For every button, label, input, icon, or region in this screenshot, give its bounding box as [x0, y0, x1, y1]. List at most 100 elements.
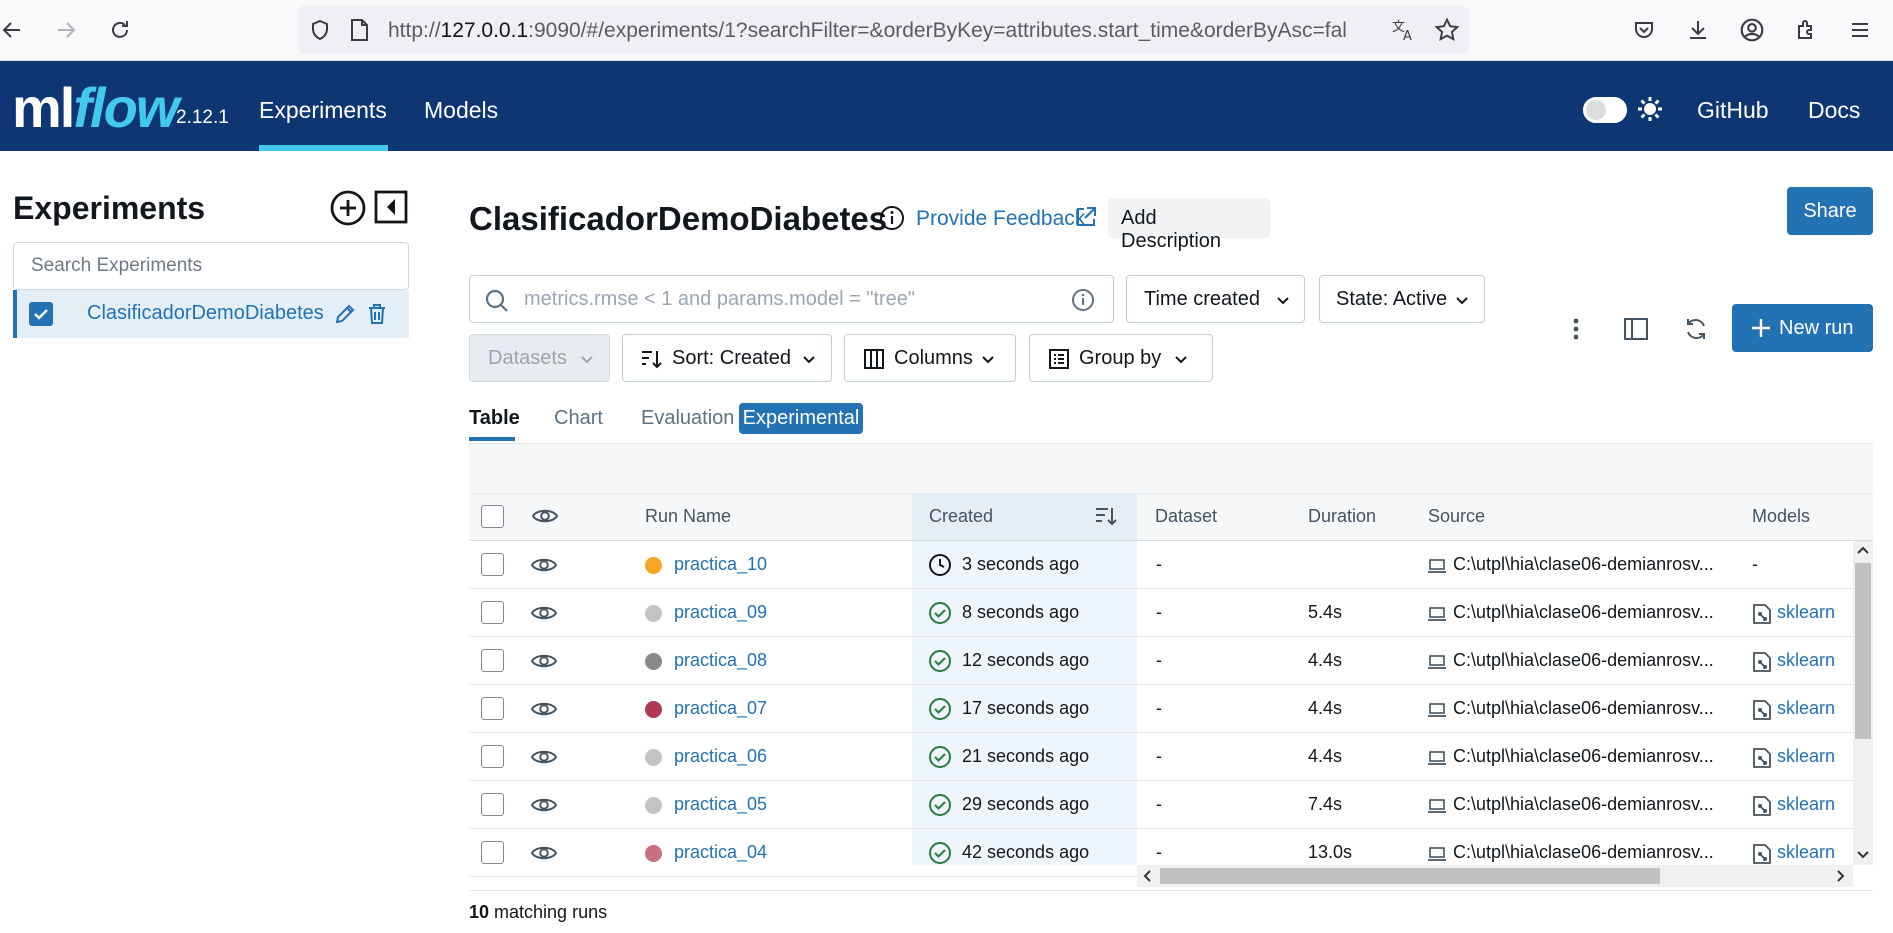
model-link[interactable]: sklearn [1777, 842, 1835, 863]
experiment-checkbox[interactable] [29, 302, 53, 326]
source-value[interactable]: C:\utpl\hia\clase06-demianrosv... [1453, 746, 1714, 767]
delete-icon[interactable] [367, 303, 387, 325]
row-checkbox[interactable] [481, 553, 504, 576]
new-run-button[interactable]: New run [1732, 304, 1873, 352]
search-help-icon[interactable] [1071, 288, 1095, 312]
run-color-dot[interactable] [645, 701, 662, 718]
bookmark-star-icon[interactable] [1434, 17, 1460, 43]
row-checkbox[interactable] [481, 697, 504, 720]
sort-desc-icon[interactable] [1094, 505, 1118, 527]
nav-docs[interactable]: Docs [1808, 97, 1860, 124]
column-header-created[interactable]: Created [929, 506, 993, 527]
refresh-icon[interactable] [1683, 316, 1709, 342]
model-link[interactable]: sklearn [1777, 698, 1835, 719]
source-value[interactable]: C:\utpl\hia\clase06-demianrosv... [1453, 794, 1714, 815]
url-text[interactable]: http://127.0.0.1:9090/#/experiments/1?se… [388, 19, 1348, 43]
run-name-link[interactable]: practica_05 [674, 794, 767, 815]
visibility-icon[interactable] [531, 747, 557, 767]
state-dropdown[interactable]: State: Active [1319, 275, 1485, 323]
vertical-scrollbar-thumb[interactable] [1855, 563, 1871, 739]
tab-evaluation[interactable]: Evaluation [641, 407, 734, 430]
model-link[interactable]: sklearn [1777, 746, 1835, 767]
source-value[interactable]: C:\utpl\hia\clase06-demianrosv... [1453, 698, 1714, 719]
external-link-icon[interactable] [1075, 206, 1097, 228]
model-link[interactable]: sklearn [1777, 794, 1835, 815]
toggle-side-panel-icon[interactable] [1623, 316, 1649, 342]
source-value[interactable]: C:\utpl\hia\clase06-demianrosv... [1453, 842, 1714, 863]
source-value[interactable]: C:\utpl\hia\clase06-demianrosv... [1453, 650, 1714, 671]
sidebar-item-experiment[interactable]: ClasificadorDemoDiabetes [13, 290, 409, 338]
translate-icon[interactable]: 文A [1391, 18, 1417, 42]
row-checkbox[interactable] [481, 793, 504, 816]
tab-chart[interactable]: Chart [554, 407, 603, 430]
run-name-link[interactable]: practica_06 [674, 746, 767, 767]
source-value[interactable]: C:\utpl\hia\clase06-demianrosv... [1453, 554, 1714, 575]
mlflow-logo[interactable]: mlflow [12, 75, 179, 140]
visibility-icon[interactable] [531, 555, 557, 575]
nav-github[interactable]: GitHub [1697, 97, 1769, 124]
columns-dropdown[interactable]: Columns [844, 334, 1016, 382]
add-description-button[interactable]: Add Description [1108, 198, 1270, 252]
menu-icon[interactable] [1842, 12, 1878, 48]
run-name-link[interactable]: practica_09 [674, 602, 767, 623]
theme-toggle[interactable] [1583, 97, 1627, 123]
forward-icon[interactable] [48, 12, 84, 48]
column-header-duration[interactable]: Duration [1308, 506, 1376, 527]
run-search-input[interactable]: metrics.rmse < 1 and params.model = "tre… [469, 275, 1114, 323]
pocket-icon[interactable] [1626, 12, 1662, 48]
shield-icon[interactable] [308, 18, 332, 42]
table-row[interactable]: practica_08 12 seconds ago - 4.4s C:\utpl\hi… [469, 637, 1853, 685]
model-link[interactable]: sklearn [1777, 602, 1835, 623]
datasets-dropdown[interactable]: Datasets [469, 334, 610, 382]
edit-icon[interactable] [333, 302, 357, 326]
time-created-dropdown[interactable]: Time created [1126, 275, 1305, 323]
experiment-name[interactable]: ClasificadorDemoDiabetes [87, 302, 324, 325]
create-experiment-icon[interactable] [330, 190, 366, 226]
extensions-icon[interactable] [1788, 12, 1824, 48]
tab-table[interactable]: Table [469, 407, 520, 430]
nav-experiments[interactable]: Experiments [259, 97, 387, 124]
run-name-link[interactable]: practica_07 [674, 698, 767, 719]
more-options-icon[interactable] [1564, 316, 1588, 342]
horizontal-scrollbar-thumb[interactable] [1160, 868, 1660, 884]
visibility-icon[interactable] [531, 843, 557, 863]
run-color-dot[interactable] [645, 605, 662, 622]
visibility-icon[interactable] [531, 699, 557, 719]
visibility-icon[interactable] [531, 603, 557, 623]
address-bar[interactable]: http://127.0.0.1:9090/#/experiments/1?se… [298, 6, 1469, 54]
row-checkbox[interactable] [481, 601, 504, 624]
table-row[interactable]: practica_05 29 seconds ago - 7.4s C:\utpl\hi… [469, 781, 1853, 829]
account-icon[interactable] [1734, 12, 1770, 48]
select-all-checkbox[interactable] [481, 505, 504, 528]
run-name-link[interactable]: practica_10 [674, 554, 767, 575]
visibility-all-icon[interactable] [532, 506, 558, 526]
run-color-dot[interactable] [645, 653, 662, 670]
column-header-models[interactable]: Models [1752, 506, 1810, 527]
source-value[interactable]: C:\utpl\hia\clase06-demianrosv... [1453, 602, 1714, 623]
collapse-sidebar-icon[interactable] [374, 190, 408, 224]
run-color-dot[interactable] [645, 797, 662, 814]
download-icon[interactable] [1680, 12, 1716, 48]
row-checkbox[interactable] [481, 745, 504, 768]
table-row[interactable]: practica_06 21 seconds ago - 4.4s C:\utpl\hi… [469, 733, 1853, 781]
provide-feedback-link[interactable]: Provide Feedback [916, 207, 1085, 231]
search-experiments-input[interactable]: Search Experiments [13, 242, 409, 290]
table-row[interactable]: practica_10 3 seconds ago - C:\utpl\hia\cla… [469, 541, 1853, 589]
visibility-icon[interactable] [531, 795, 557, 815]
visibility-icon[interactable] [531, 651, 557, 671]
model-link[interactable]: sklearn [1777, 650, 1835, 671]
run-color-dot[interactable] [645, 557, 662, 574]
nav-models[interactable]: Models [424, 97, 498, 124]
run-name-link[interactable]: practica_04 [674, 842, 767, 863]
info-icon[interactable] [879, 205, 905, 231]
column-header-dataset[interactable]: Dataset [1155, 506, 1217, 527]
page-info-icon[interactable] [348, 18, 370, 42]
group-by-dropdown[interactable]: Group by [1029, 334, 1213, 382]
sort-dropdown[interactable]: Sort: Created [622, 334, 832, 382]
row-checkbox[interactable] [481, 649, 504, 672]
reload-icon[interactable] [102, 12, 138, 48]
run-name-link[interactable]: practica_08 [674, 650, 767, 671]
run-color-dot[interactable] [645, 749, 662, 766]
column-header-run-name[interactable]: Run Name [645, 506, 731, 527]
run-color-dot[interactable] [645, 845, 662, 862]
